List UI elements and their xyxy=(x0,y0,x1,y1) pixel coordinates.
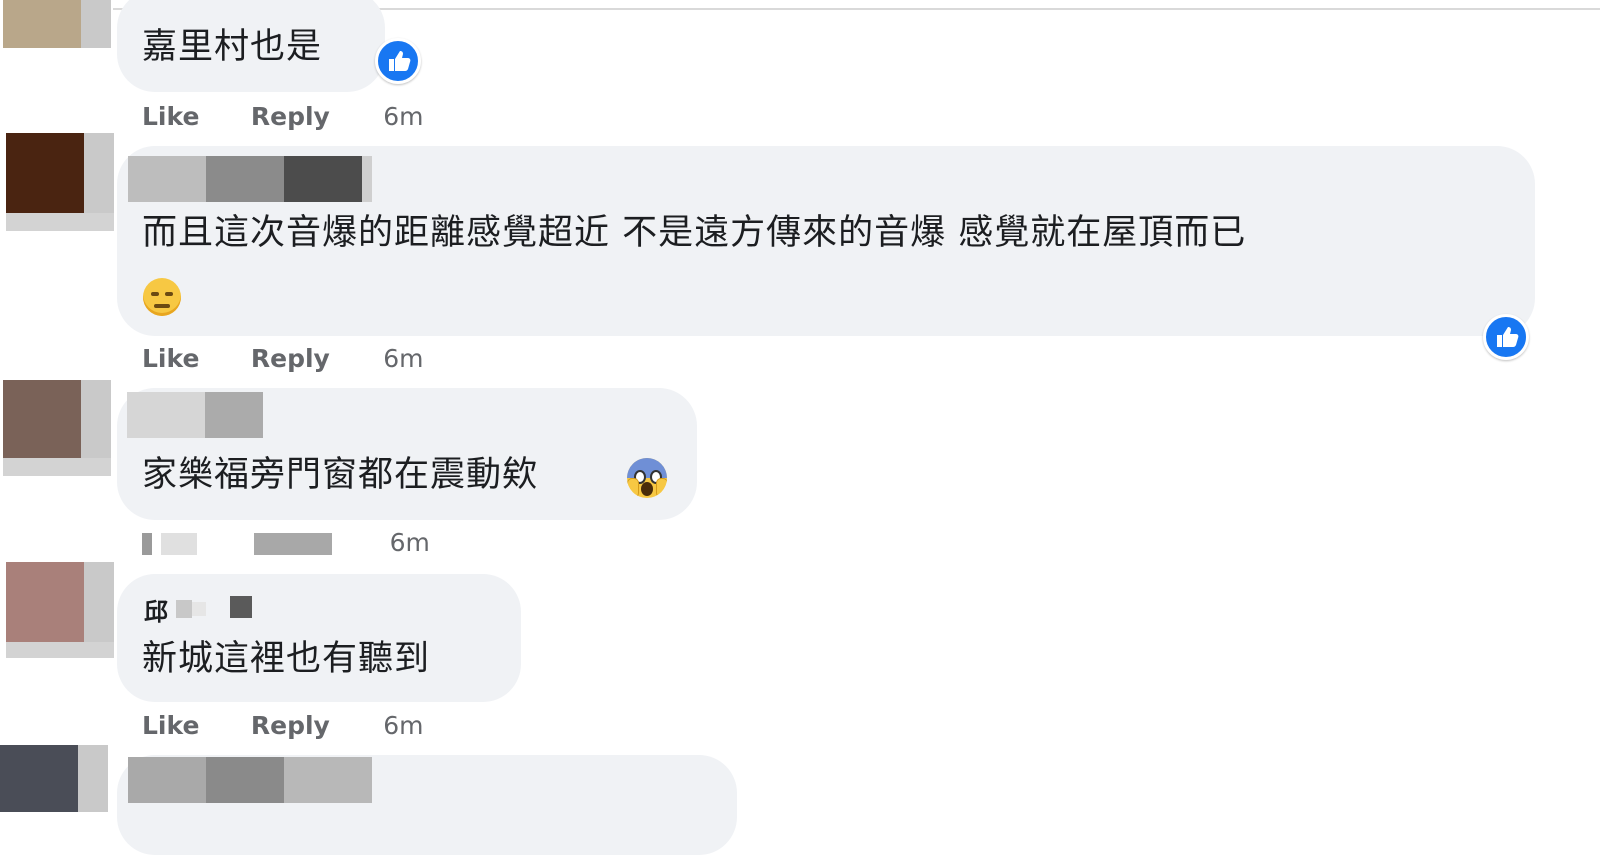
author-name[interactable]: 邱 xyxy=(144,592,168,627)
author-name-redacted[interactable] xyxy=(127,392,205,438)
comment-text: 新城這裡也有聽到 xyxy=(142,639,431,679)
avatar[interactable] xyxy=(3,380,111,476)
author-name-redacted[interactable] xyxy=(206,757,284,803)
expressionless-face-icon xyxy=(143,278,181,316)
redacted-pixel xyxy=(160,533,197,555)
avatar[interactable] xyxy=(6,562,114,658)
author-name-redacted[interactable] xyxy=(362,156,372,202)
like-link[interactable]: Like xyxy=(142,102,199,131)
author-name-redacted[interactable] xyxy=(284,156,362,202)
comment-actions: Like Reply 6m xyxy=(142,344,424,373)
avatar[interactable] xyxy=(0,745,108,812)
author-name-redacted[interactable] xyxy=(128,757,206,803)
avatar-pixel xyxy=(6,213,114,231)
comment-text: 家樂福旁門窗都在震動欸 xyxy=(142,455,539,495)
author-name-redacted[interactable] xyxy=(206,156,284,202)
reply-link[interactable]: Reply xyxy=(251,344,330,373)
avatar-pixel xyxy=(0,745,78,812)
avatar[interactable] xyxy=(3,0,111,48)
thumbs-up-icon xyxy=(1497,327,1519,347)
comment-actions: Like Reply 6m xyxy=(142,711,424,740)
avatar-pixel xyxy=(78,745,108,812)
avatar-pixel xyxy=(3,380,81,458)
redacted-pixel xyxy=(254,533,333,555)
avatar-pixel xyxy=(3,0,81,48)
comment-timestamp[interactable]: 6m xyxy=(383,102,423,131)
comment-timestamp[interactable]: 6m xyxy=(390,528,430,557)
redacted-pixel xyxy=(176,600,192,618)
like-reaction-badge[interactable] xyxy=(1483,314,1529,360)
like-link[interactable]: Like xyxy=(142,711,199,740)
avatar-pixel xyxy=(3,458,111,476)
avatar-pixel xyxy=(81,0,111,48)
author-name-redacted[interactable] xyxy=(284,757,372,803)
comment-timestamp[interactable]: 6m xyxy=(383,344,423,373)
thumbs-up-icon xyxy=(389,51,411,71)
avatar-pixel xyxy=(6,562,84,642)
reply-link[interactable]: Reply xyxy=(251,102,330,131)
like-link[interactable]: Like xyxy=(142,344,199,373)
redacted-pixel xyxy=(230,596,252,618)
face-screaming-in-fear-icon xyxy=(627,458,667,498)
comment-text: 嘉里村也是 xyxy=(142,27,323,67)
avatar[interactable] xyxy=(6,133,114,231)
comment-actions: Like Reply 6m xyxy=(142,102,424,131)
author-name-redacted[interactable] xyxy=(128,156,206,202)
avatar-pixel xyxy=(6,133,84,213)
comment-text: 而且這次音爆的距離感覺超近 不是遠方傳來的音爆 感覺就在屋頂而已 xyxy=(142,213,1247,253)
reply-link[interactable]: Reply xyxy=(251,711,330,740)
redacted-pixel xyxy=(142,533,152,555)
author-name-redacted[interactable] xyxy=(205,392,263,438)
avatar-pixel xyxy=(6,642,114,658)
like-reaction-badge[interactable] xyxy=(375,38,421,84)
comment-timestamp[interactable]: 6m xyxy=(383,711,423,740)
comment-actions-redacted: 6m xyxy=(142,528,430,557)
redacted-pixel xyxy=(192,602,206,616)
